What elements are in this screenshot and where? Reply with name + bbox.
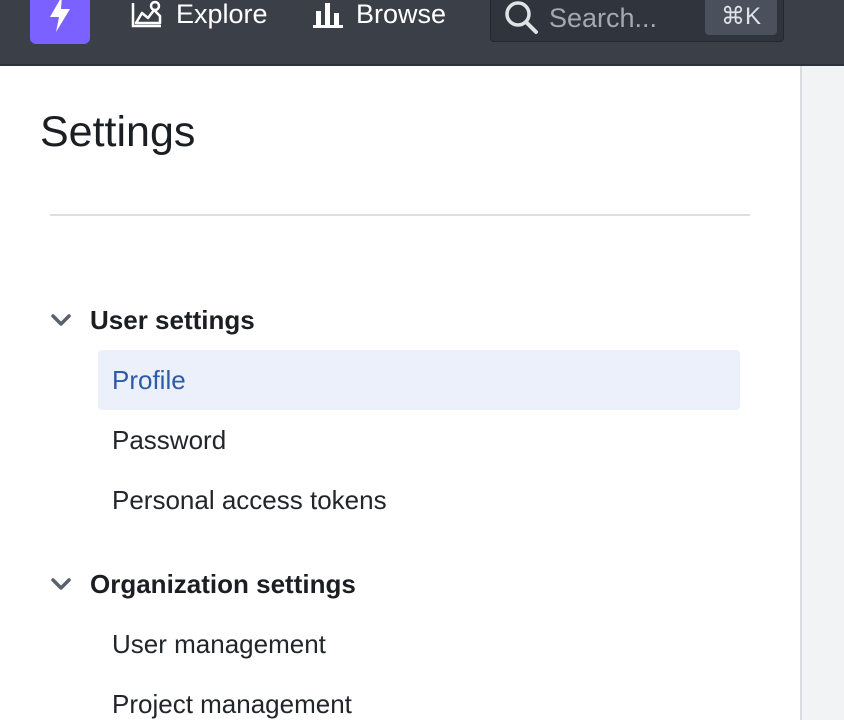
section-user-settings[interactable]: User settings	[48, 302, 255, 338]
section-label: Organization settings	[90, 568, 356, 599]
page-title: Settings	[40, 108, 196, 156]
search-box[interactable]: ⌘K	[490, 0, 784, 42]
sidebar-item-project-management[interactable]: Project management	[98, 674, 740, 720]
nav-explore[interactable]: Explore	[130, 0, 268, 34]
search-input[interactable]	[549, 3, 699, 33]
section-label: User settings	[90, 304, 255, 335]
section-organization-settings[interactable]: Organization settings	[48, 566, 356, 602]
sidebar-item-profile[interactable]: Profile	[98, 350, 740, 410]
search-icon	[505, 1, 538, 34]
chevron-down-icon	[51, 578, 71, 590]
content-area	[802, 66, 844, 720]
sidebar-item-personal-access-tokens[interactable]: Personal access tokens	[98, 470, 740, 530]
nav-browse[interactable]: Browse	[312, 0, 446, 34]
app-logo[interactable]	[30, 0, 90, 44]
top-navigation-bar: Explore Browse ⌘K	[0, 0, 844, 66]
nav-browse-label: Browse	[356, 0, 447, 29]
search-shortcut-badge: ⌘K	[705, 0, 777, 35]
chart-area-icon	[131, 0, 162, 28]
chevron-down-icon	[51, 314, 71, 326]
lightning-bolt-icon	[50, 0, 70, 32]
sidebar-item-password[interactable]: Password	[98, 410, 740, 470]
bar-chart-icon	[313, 3, 343, 28]
divider	[50, 214, 750, 216]
nav-explore-label: Explore	[176, 0, 268, 29]
sidebar-item-user-management[interactable]: User management	[98, 614, 740, 674]
